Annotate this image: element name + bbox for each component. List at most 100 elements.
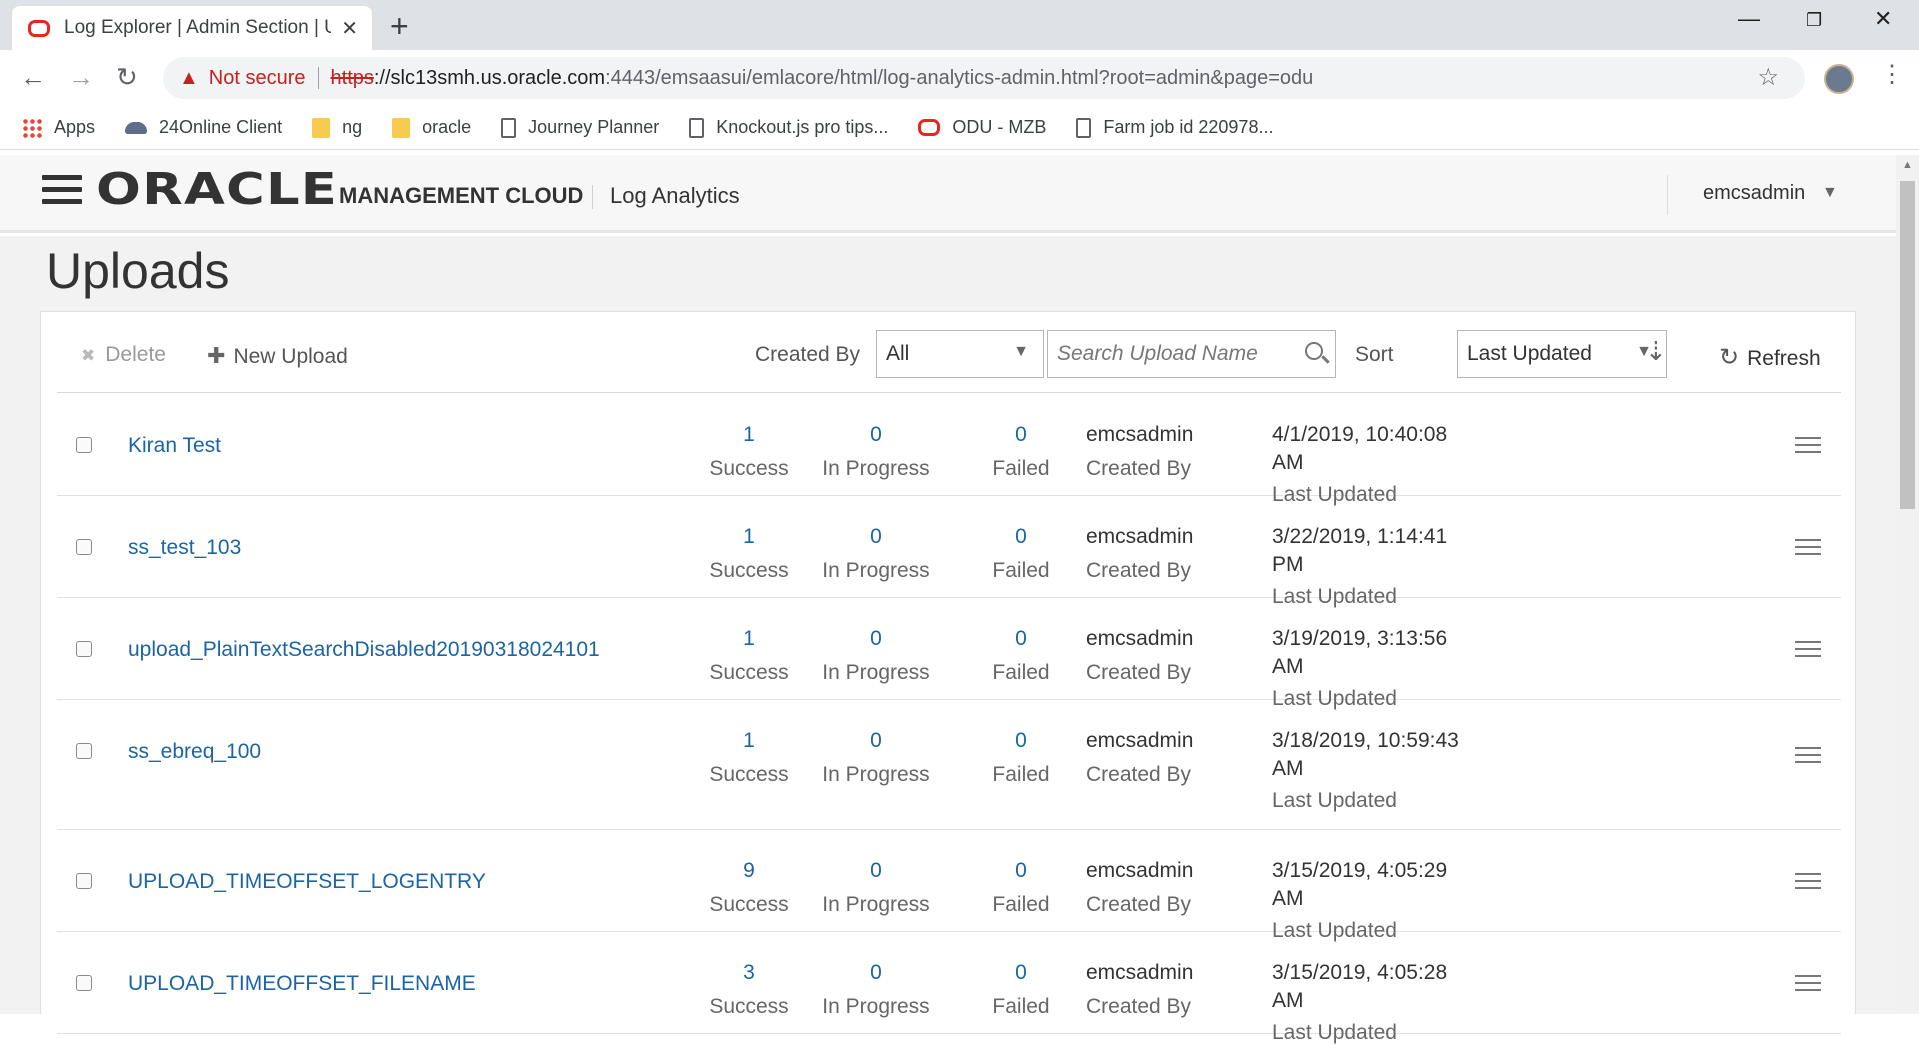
close-window-icon[interactable]: ✕ — [1874, 6, 1892, 32]
row-menu-icon[interactable] — [1795, 437, 1821, 458]
search-upload-input[interactable]: Search Upload Name — [1047, 330, 1336, 378]
created-by-select[interactable]: All ▼ — [876, 330, 1044, 378]
back-icon[interactable]: ← — [20, 62, 46, 93]
upload-row[interactable]: ss_test_103 1 Success 0 In Progress 0 Failed em… — [57, 496, 1841, 608]
page-icon — [689, 117, 705, 138]
vertical-scrollbar[interactable]: ▲ — [1896, 155, 1919, 1014]
upload-row[interactable]: upload_PlainTextSearchDisabled2019031802… — [57, 598, 1841, 710]
bookmark-label: 24Online Client — [159, 117, 283, 137]
failed-count-link[interactable]: 0 — [946, 627, 1096, 651]
failed-count-link[interactable]: 0 — [946, 961, 1096, 985]
upload-name-link[interactable]: UPLOAD_TIMEOFFSET_FILENAME — [128, 972, 476, 996]
restore-icon[interactable]: ❐ — [1806, 10, 1822, 31]
hamburger-menu-icon[interactable] — [42, 175, 82, 207]
failed-count-link[interactable]: 0 — [946, 729, 1096, 753]
failed-count-link[interactable]: 0 — [946, 423, 1096, 447]
row-checkbox[interactable] — [76, 437, 92, 453]
sort-select[interactable]: Last Updated ▼ — [1457, 330, 1667, 378]
failed-count-link[interactable]: 0 — [946, 525, 1096, 549]
upload-row[interactable]: Kiran Test 1 Success 0 In Progress 0 Failed emc… — [57, 394, 1841, 506]
bookmark-star-icon[interactable]: ☆ — [1757, 63, 1779, 92]
profile-avatar[interactable] — [1824, 64, 1854, 94]
row-menu-icon[interactable] — [1795, 747, 1821, 768]
uploads-panel: ✖ Delete ✚ New Upload Created By All ▼ Sea… — [40, 311, 1856, 1044]
failed-stat: 0 Failed — [946, 961, 1096, 1019]
bookmark-odu-mzb[interactable]: ODU - MZB — [918, 117, 1046, 138]
created-by-label: Created By — [1086, 995, 1192, 1018]
new-tab-button[interactable]: + — [390, 8, 409, 45]
created-by-value: emcsadmin — [1086, 729, 1194, 752]
in-progress-count-link[interactable]: 0 — [801, 423, 951, 447]
failed-stat: 0 Failed — [946, 423, 1096, 481]
in-progress-label: In Progress — [822, 457, 930, 480]
upload-name-link[interactable]: ss_ebreq_100 — [128, 740, 261, 764]
row-checkbox[interactable] — [76, 641, 92, 657]
delete-icon: ✖ — [81, 346, 96, 365]
sort-direction-icon[interactable]: ⇣ — [1645, 336, 1667, 367]
search-icon[interactable] — [1305, 342, 1323, 360]
row-menu-icon[interactable] — [1795, 975, 1821, 996]
failed-count-link[interactable]: 0 — [946, 859, 1096, 883]
row-menu-icon[interactable] — [1795, 641, 1821, 662]
chevron-down-icon[interactable]: ▼ — [1822, 184, 1838, 202]
new-upload-button[interactable]: ✚ New Upload — [207, 343, 348, 369]
sort-label: Sort — [1355, 343, 1394, 366]
delete-button[interactable]: ✖ Delete — [81, 343, 166, 367]
created-by-cell: emcsadmin Created By — [1086, 729, 1193, 787]
bookmark-oracle[interactable]: oracle — [392, 117, 471, 138]
upload-name-link[interactable]: UPLOAD_TIMEOFFSET_LOGENTRY — [128, 870, 486, 894]
bookmark-ng[interactable]: ng — [312, 117, 362, 138]
upload-name-link[interactable]: Kiran Test — [128, 434, 221, 458]
bookmark-farm-job[interactable]: Farm job id 220978... — [1076, 117, 1273, 138]
in-progress-count-link[interactable]: 0 — [801, 729, 951, 753]
failed-stat: 0 Failed — [946, 627, 1096, 685]
last-updated-cell: 4/1/2019, 10:40:08 AM Last Updated — [1272, 421, 1482, 507]
failed-label: Failed — [992, 457, 1050, 480]
close-tab-icon[interactable]: ✕ — [341, 16, 358, 41]
bookmark-apps[interactable]: Apps — [22, 117, 95, 138]
scrollbar-thumb[interactable] — [1900, 181, 1915, 509]
last-updated-label: Last Updated — [1272, 789, 1397, 812]
in-progress-stat: 0 In Progress — [801, 627, 951, 685]
row-menu-icon[interactable] — [1795, 873, 1821, 894]
bookmark-label: Journey Planner — [528, 117, 660, 137]
bookmark-label: oracle — [422, 117, 472, 137]
sort-value: Last Updated — [1467, 342, 1592, 365]
address-bar[interactable]: ▲ Not secure https://slc13smh.us.oracle.… — [163, 57, 1805, 99]
in-progress-label: In Progress — [822, 893, 930, 916]
forward-icon[interactable]: → — [68, 62, 94, 93]
row-checkbox[interactable] — [76, 743, 92, 759]
url-path: :4443/emsaasui/emlacore/html/log-analyti… — [605, 66, 1314, 89]
scroll-up-icon[interactable]: ▲ — [1902, 159, 1913, 171]
in-progress-count-link[interactable]: 0 — [801, 859, 951, 883]
upload-row[interactable]: UPLOAD_TIMEOFFSET_LOGENTRY 9 Success 0 In Pr… — [57, 830, 1841, 942]
reload-icon[interactable]: ↻ — [116, 62, 138, 93]
cloud-icon — [125, 121, 148, 134]
created-by-cell: emcsadmin Created By — [1086, 627, 1193, 685]
row-checkbox[interactable] — [76, 539, 92, 555]
browser-menu-icon[interactable]: ⋮ — [1880, 60, 1904, 89]
tab-title: Log Explorer | Admin Section | Up — [64, 17, 332, 38]
row-menu-icon[interactable] — [1795, 539, 1821, 560]
in-progress-count-link[interactable]: 0 — [801, 525, 951, 549]
browser-tab[interactable]: Log Explorer | Admin Section | Up ✕ — [12, 6, 372, 50]
in-progress-stat: 0 In Progress — [801, 525, 951, 583]
user-menu[interactable]: emcsadmin — [1703, 182, 1805, 205]
minimize-icon[interactable]: — — [1738, 6, 1760, 32]
upload-name-link[interactable]: ss_test_103 — [128, 536, 241, 560]
in-progress-count-link[interactable]: 0 — [801, 961, 951, 985]
in-progress-label: In Progress — [822, 559, 930, 582]
last-updated-cell: 3/15/2019, 4:05:29 AM Last Updated — [1272, 857, 1482, 943]
security-label[interactable]: Not secure — [209, 67, 306, 90]
bookmark-24online[interactable]: 24Online Client — [125, 117, 282, 138]
row-checkbox[interactable] — [76, 873, 92, 889]
upload-row[interactable]: ss_ebreq_100 1 Success 0 In Progress 0 Failed e… — [57, 700, 1841, 830]
in-progress-count-link[interactable]: 0 — [801, 627, 951, 651]
refresh-button[interactable]: ↻ Refresh — [1719, 343, 1821, 372]
bookmark-journey-planner[interactable]: Journey Planner — [501, 117, 659, 138]
row-checkbox[interactable] — [76, 975, 92, 991]
search-placeholder: Search Upload Name — [1057, 342, 1258, 365]
bookmark-knockout[interactable]: Knockout.js pro tips... — [689, 117, 888, 138]
upload-row[interactable]: UPLOAD_TIMEOFFSET_FILENAME 3 Success 0 In Pr… — [57, 932, 1841, 1044]
upload-name-link[interactable]: upload_PlainTextSearchDisabled2019031802… — [128, 638, 600, 662]
